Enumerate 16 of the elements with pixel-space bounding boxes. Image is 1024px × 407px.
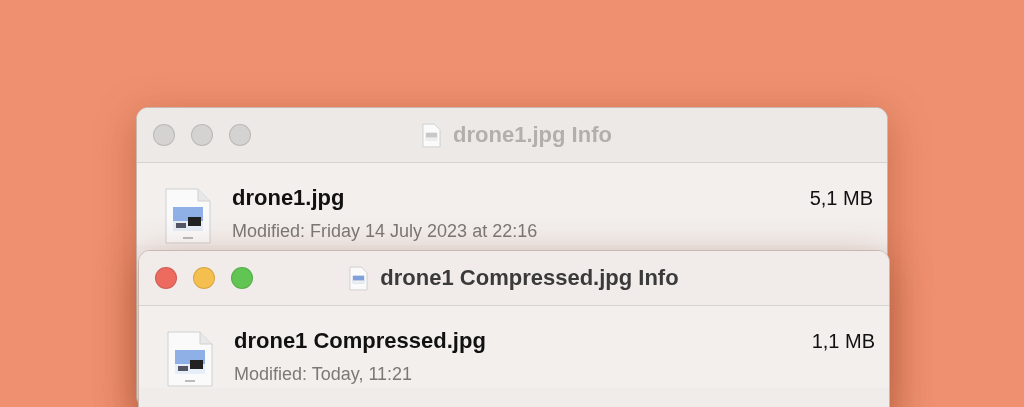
minimize-button[interactable] — [193, 267, 215, 289]
file-name: drone1.jpg — [232, 185, 345, 211]
file-name: drone1 Compressed.jpg — [234, 328, 486, 354]
zoom-button[interactable] — [231, 267, 253, 289]
zoom-button[interactable] — [229, 124, 251, 146]
window-title: drone1.jpg Info — [453, 122, 612, 148]
file-size: 1,1 MB — [811, 330, 875, 353]
modified-date: Modified: Today, 11:21 — [234, 364, 414, 385]
modified-date: Modified: Friday 14 July 2023 at 22:16 — [232, 221, 539, 242]
minimize-button[interactable] — [191, 124, 213, 146]
image-file-icon — [349, 265, 369, 291]
file-size: 5,1 MB — [809, 187, 873, 210]
close-button[interactable] — [153, 124, 175, 146]
image-file-icon — [422, 122, 442, 148]
close-button[interactable] — [155, 267, 177, 289]
window-title: drone1 Compressed.jpg Info — [380, 265, 679, 291]
